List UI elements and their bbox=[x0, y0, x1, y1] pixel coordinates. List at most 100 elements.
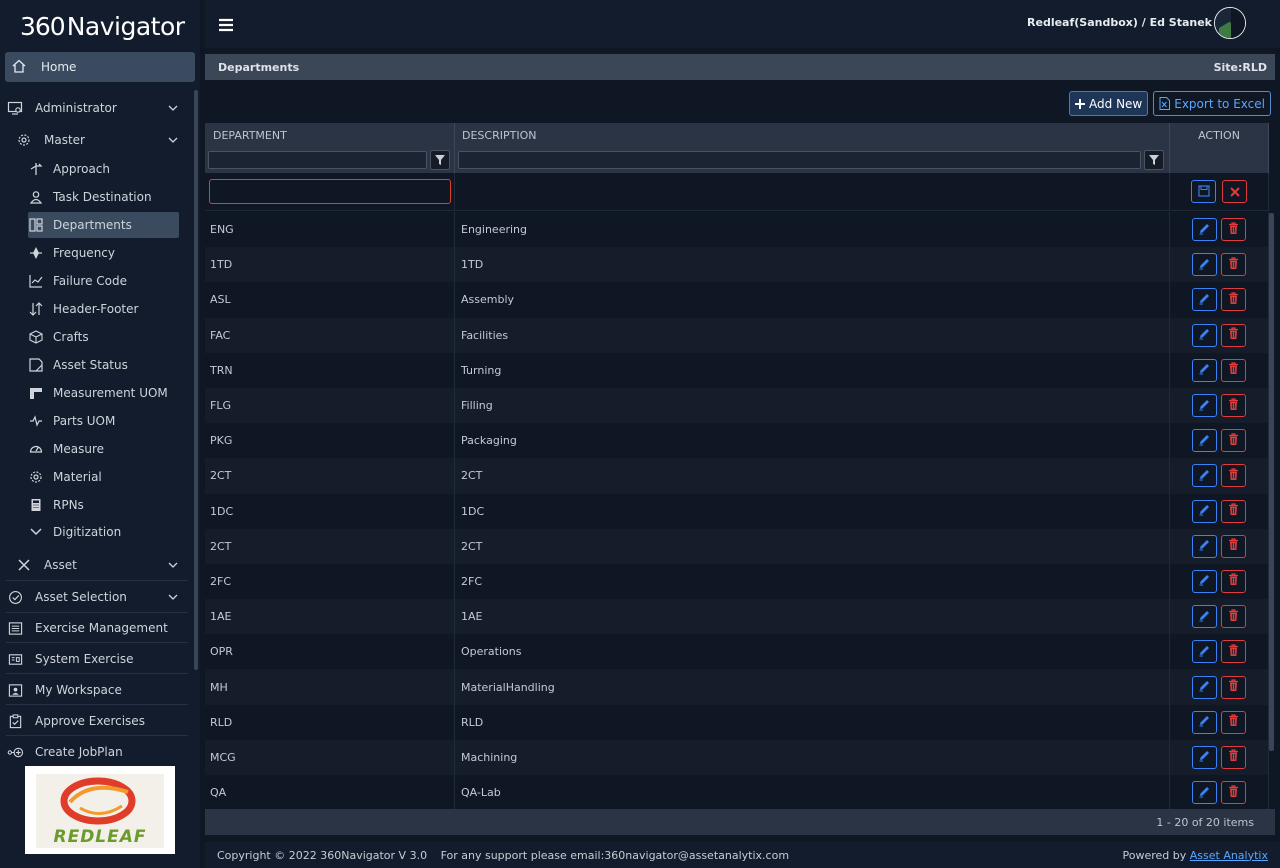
edit-button[interactable] bbox=[1192, 358, 1217, 382]
edit-button[interactable] bbox=[1192, 675, 1217, 699]
table-row[interactable]: RLD RLD bbox=[205, 704, 1269, 740]
table-row[interactable]: 2CT 2CT bbox=[205, 528, 1269, 564]
sidebar-item-frequency[interactable]: Frequency bbox=[28, 240, 179, 266]
filter-icon[interactable] bbox=[1144, 150, 1164, 170]
delete-button[interactable] bbox=[1221, 675, 1246, 699]
edit-button[interactable] bbox=[1192, 640, 1217, 664]
delete-button[interactable] bbox=[1221, 394, 1246, 418]
sidebar-item-parts-uom[interactable]: Parts UOM bbox=[28, 408, 179, 434]
delete-button[interactable] bbox=[1221, 323, 1246, 347]
delete-button[interactable] bbox=[1221, 218, 1246, 242]
edit-button[interactable] bbox=[1192, 781, 1217, 805]
sidebar-item-system-exercise[interactable]: System Exercise bbox=[6, 645, 188, 673]
sidebar-item-rpns[interactable]: RPNs bbox=[28, 492, 179, 518]
description-filter-input[interactable] bbox=[458, 151, 1141, 169]
table-row[interactable]: ASL Assembly bbox=[205, 282, 1269, 318]
delete-button[interactable] bbox=[1221, 358, 1246, 382]
new-department-input[interactable] bbox=[209, 179, 451, 204]
sidebar-item-asset-status[interactable]: Asset Status bbox=[28, 352, 179, 378]
sidebar-item-asset-selection[interactable]: Asset Selection bbox=[6, 583, 188, 611]
delete-button[interactable] bbox=[1221, 569, 1246, 593]
sidebar-item-failure-code[interactable]: Failure Code bbox=[28, 268, 179, 294]
sidebar-item-header-footer[interactable]: Header-Footer bbox=[28, 296, 179, 322]
delete-button[interactable] bbox=[1221, 253, 1246, 277]
add-new-button[interactable]: Add New bbox=[1069, 91, 1149, 116]
sidebar-item-measurement-uom[interactable]: Measurement UOM bbox=[28, 380, 179, 406]
table-row[interactable]: MCG Machining bbox=[205, 739, 1269, 775]
edit-button[interactable] bbox=[1192, 288, 1217, 312]
trash-icon bbox=[1228, 397, 1239, 414]
table-row[interactable]: 2FC 2FC bbox=[205, 563, 1269, 600]
sidebar-item-measure[interactable]: Measure bbox=[28, 436, 179, 462]
asset-analytix-link[interactable]: Asset Analytix bbox=[1190, 849, 1268, 862]
table-row[interactable]: 2CT 2CT bbox=[205, 458, 1269, 494]
description-cell: 1DC bbox=[455, 493, 1170, 529]
table-row[interactable]: FLG Filling bbox=[205, 387, 1269, 424]
sidebar-item-exercise-management[interactable]: Exercise Management bbox=[6, 614, 188, 642]
sidebar-item-home[interactable]: Home bbox=[5, 52, 195, 82]
edit-button[interactable] bbox=[1192, 464, 1217, 488]
edit-button[interactable] bbox=[1192, 394, 1217, 418]
edit-button[interactable] bbox=[1192, 534, 1217, 558]
edit-button[interactable] bbox=[1192, 569, 1217, 593]
column-header-description[interactable]: DESCRIPTION bbox=[455, 123, 1170, 147]
table-row[interactable]: OPR Operations bbox=[205, 634, 1269, 670]
tools-icon bbox=[15, 556, 33, 574]
avatar[interactable] bbox=[1214, 7, 1246, 39]
table-row[interactable]: MH MaterialHandling bbox=[205, 669, 1269, 705]
cancel-button[interactable] bbox=[1222, 180, 1247, 203]
department-filter-input[interactable] bbox=[208, 151, 427, 169]
user-label[interactable]: Redleaf(Sandbox) / Ed Stanek bbox=[1027, 16, 1212, 29]
delete-button[interactable] bbox=[1221, 781, 1246, 805]
workspace-icon bbox=[6, 681, 24, 699]
edit-button[interactable] bbox=[1192, 253, 1217, 277]
delete-button[interactable] bbox=[1221, 534, 1246, 558]
sidebar-item-departments[interactable]: Departments bbox=[28, 212, 179, 238]
delete-button[interactable] bbox=[1221, 710, 1246, 734]
table-row[interactable]: 1DC 1DC bbox=[205, 493, 1269, 529]
table-row[interactable]: FAC Facilities bbox=[205, 317, 1269, 353]
edit-button[interactable] bbox=[1192, 323, 1217, 347]
sidebar-item-asset[interactable]: Asset bbox=[15, 551, 188, 579]
filter-icon[interactable] bbox=[430, 150, 450, 170]
sidebar-item-task-destination[interactable]: Task Destination bbox=[28, 184, 179, 210]
edit-button[interactable] bbox=[1192, 218, 1217, 242]
delete-button[interactable] bbox=[1221, 288, 1246, 312]
sidebar-item-administrator[interactable]: Administrator bbox=[6, 94, 188, 122]
delete-button[interactable] bbox=[1221, 499, 1246, 523]
column-header-department[interactable]: DEPARTMENT bbox=[205, 123, 455, 147]
table-row[interactable]: 1AE 1AE bbox=[205, 599, 1269, 635]
table-row[interactable]: QA QA-Lab bbox=[205, 775, 1269, 809]
table-row[interactable]: ENG Engineering bbox=[205, 212, 1269, 248]
table-row[interactable]: PKG Packaging bbox=[205, 423, 1269, 459]
save-button[interactable] bbox=[1191, 180, 1216, 203]
sidebar-item-my-workspace[interactable]: My Workspace bbox=[6, 676, 188, 704]
edit-button[interactable] bbox=[1192, 605, 1217, 629]
delete-button[interactable] bbox=[1221, 640, 1246, 664]
close-icon bbox=[1229, 182, 1240, 201]
edit-button[interactable] bbox=[1192, 429, 1217, 453]
department-cell: 2CT bbox=[205, 458, 455, 494]
grid-scrollbar[interactable] bbox=[1269, 213, 1274, 751]
sidebar-scrollbar[interactable] bbox=[194, 90, 198, 670]
app-logo[interactable]: 360 Navigator bbox=[20, 8, 185, 44]
table-row[interactable]: 1TD 1TD bbox=[205, 247, 1269, 283]
edit-button[interactable] bbox=[1192, 745, 1217, 769]
delete-button[interactable] bbox=[1221, 745, 1246, 769]
delete-button[interactable] bbox=[1221, 464, 1246, 488]
hamburger-menu-icon[interactable] bbox=[219, 17, 233, 32]
sidebar-item-material[interactable]: Material bbox=[28, 464, 179, 490]
sidebar-item-approach[interactable]: Approach bbox=[28, 156, 179, 182]
delete-button[interactable] bbox=[1221, 605, 1246, 629]
sidebar-item-create-jobplan[interactable]: Create JobPlan bbox=[6, 738, 188, 766]
sidebar-item-approve-exercises[interactable]: Approve Exercises bbox=[6, 707, 188, 735]
sidebar-item-master[interactable]: Master bbox=[15, 126, 188, 154]
export-excel-button[interactable]: Export to Excel bbox=[1153, 91, 1271, 116]
sidebar-item-crafts[interactable]: Crafts bbox=[28, 324, 179, 350]
table-row[interactable]: TRN Turning bbox=[205, 352, 1269, 388]
edit-button[interactable] bbox=[1192, 499, 1217, 523]
edit-button[interactable] bbox=[1192, 710, 1217, 734]
approach-icon bbox=[28, 161, 44, 177]
sidebar-item-digitization[interactable]: Digitization bbox=[28, 519, 179, 545]
delete-button[interactable] bbox=[1221, 429, 1246, 453]
